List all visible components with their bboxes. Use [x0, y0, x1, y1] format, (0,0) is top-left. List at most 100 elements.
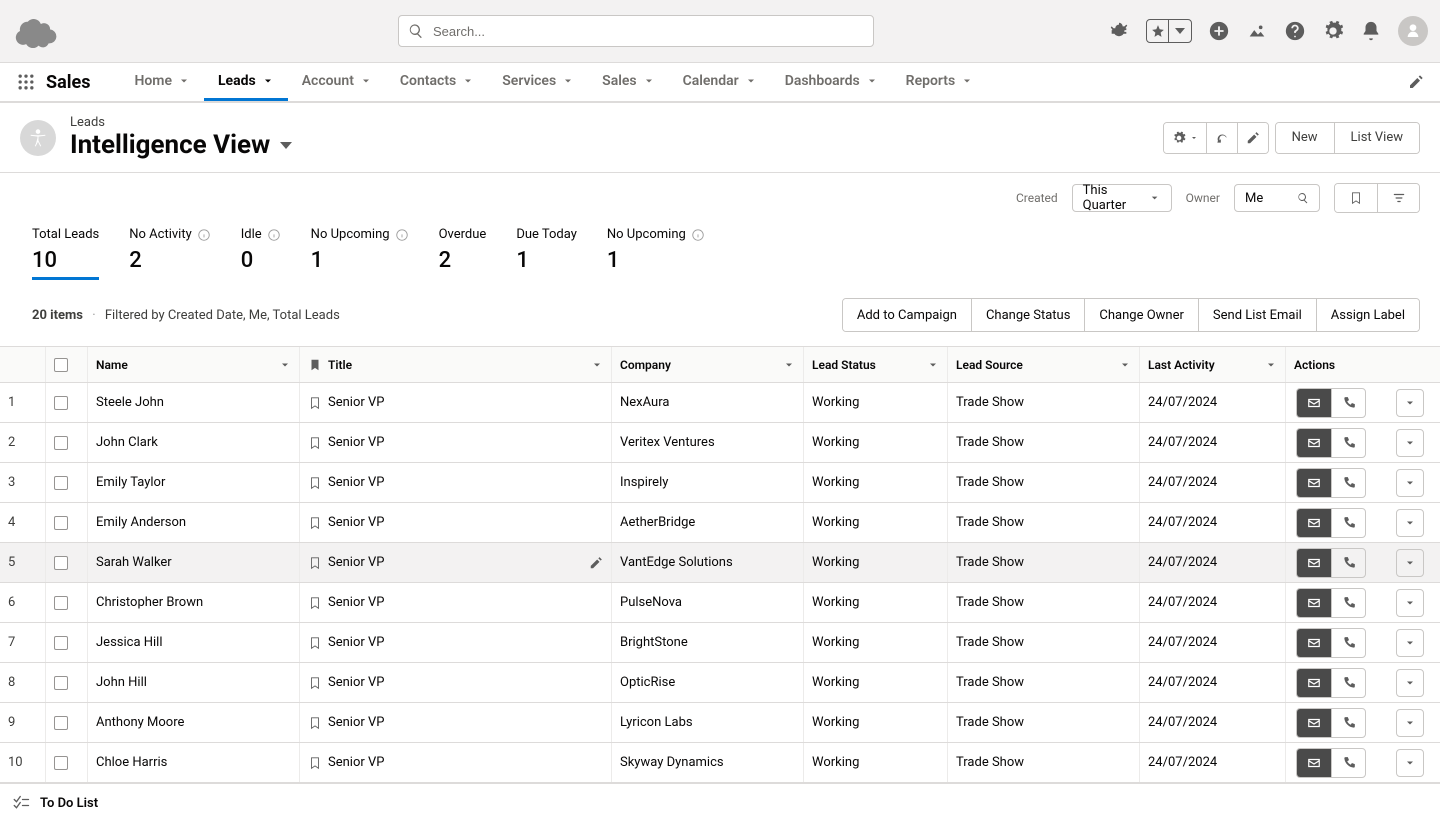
- cell-status[interactable]: Working: [804, 463, 948, 502]
- email-button[interactable]: [1297, 749, 1331, 777]
- cell-company[interactable]: OpticRise: [612, 663, 804, 702]
- cell-source[interactable]: Trade Show: [948, 743, 1140, 782]
- todo-list-button[interactable]: To Do List: [40, 796, 98, 811]
- cell-last-activity[interactable]: 24/07/2024: [1140, 383, 1286, 422]
- col-name[interactable]: Name: [88, 347, 300, 382]
- email-button[interactable]: [1297, 429, 1331, 457]
- call-button[interactable]: [1331, 749, 1365, 777]
- cell-company[interactable]: PulseNova: [612, 583, 804, 622]
- col-lead-source[interactable]: Lead Source: [948, 347, 1140, 382]
- col-title[interactable]: Title: [300, 347, 612, 382]
- add-icon[interactable]: [1208, 20, 1230, 42]
- favorite-dropdown-button[interactable]: [1169, 20, 1191, 42]
- cell-source[interactable]: Trade Show: [948, 423, 1140, 462]
- email-button[interactable]: [1297, 469, 1331, 497]
- email-button[interactable]: [1297, 389, 1331, 417]
- nav-tab-reports[interactable]: Reports: [892, 63, 988, 101]
- cell-company[interactable]: AetherBridge: [612, 503, 804, 542]
- cell-title[interactable]: Senior VP: [300, 663, 612, 702]
- app-launcher-icon[interactable]: [16, 72, 36, 92]
- row-more-button[interactable]: [1396, 629, 1424, 657]
- cell-last-activity[interactable]: 24/07/2024: [1140, 543, 1286, 582]
- notifications-icon[interactable]: [1360, 20, 1382, 42]
- cell-name[interactable]: Anthony Moore: [88, 703, 300, 742]
- cell-source[interactable]: Trade Show: [948, 623, 1140, 662]
- nav-tab-dashboards[interactable]: Dashboards: [771, 63, 892, 101]
- cell-name[interactable]: Steele John: [88, 383, 300, 422]
- nav-tab-account[interactable]: Account: [288, 63, 386, 101]
- cell-company[interactable]: BrightStone: [612, 623, 804, 662]
- cell-title[interactable]: Senior VP: [300, 463, 612, 502]
- row-select[interactable]: [46, 743, 88, 782]
- cell-status[interactable]: Working: [804, 423, 948, 462]
- action-send-list-email[interactable]: Send List Email: [1198, 299, 1316, 331]
- cell-source[interactable]: Trade Show: [948, 583, 1140, 622]
- search-input[interactable]: [398, 15, 874, 47]
- row-select[interactable]: [46, 463, 88, 502]
- row-select[interactable]: [46, 623, 88, 662]
- nav-tab-leads[interactable]: Leads: [204, 63, 288, 101]
- listview-switcher[interactable]: Intelligence View: [70, 130, 292, 160]
- cell-source[interactable]: Trade Show: [948, 463, 1140, 502]
- cell-source[interactable]: Trade Show: [948, 543, 1140, 582]
- action-change-owner[interactable]: Change Owner: [1084, 299, 1197, 331]
- created-picklist[interactable]: This Quarter: [1072, 184, 1172, 212]
- call-button[interactable]: [1331, 709, 1365, 737]
- row-more-button[interactable]: [1396, 469, 1424, 497]
- cell-name[interactable]: Christopher Brown: [88, 583, 300, 622]
- row-select[interactable]: [46, 423, 88, 462]
- row-more-button[interactable]: [1396, 549, 1424, 577]
- cell-title[interactable]: Senior VP: [300, 423, 612, 462]
- cell-name[interactable]: Sarah Walker: [88, 543, 300, 582]
- row-select[interactable]: [46, 703, 88, 742]
- call-button[interactable]: [1331, 389, 1365, 417]
- avatar[interactable]: [1398, 16, 1428, 46]
- nav-tab-contacts[interactable]: Contacts: [386, 63, 488, 101]
- stat-no-upcoming[interactable]: No Upcoming 1: [311, 223, 409, 280]
- cell-last-activity[interactable]: 24/07/2024: [1140, 583, 1286, 622]
- cell-title[interactable]: Senior VP: [300, 543, 612, 582]
- stat-idle[interactable]: Idle 0: [241, 223, 281, 280]
- cell-name[interactable]: John Clark: [88, 423, 300, 462]
- refresh-button[interactable]: [1206, 123, 1237, 153]
- salesforce-logo[interactable]: [12, 14, 62, 48]
- cell-title[interactable]: Senior VP: [300, 583, 612, 622]
- cell-company[interactable]: Skyway Dynamics: [612, 743, 804, 782]
- cell-status[interactable]: Working: [804, 503, 948, 542]
- cell-title[interactable]: Senior VP: [300, 623, 612, 662]
- call-button[interactable]: [1331, 509, 1365, 537]
- cell-status[interactable]: Working: [804, 583, 948, 622]
- trailhead-icon[interactable]: [1246, 20, 1268, 42]
- gear-icon[interactable]: [1322, 20, 1344, 42]
- call-button[interactable]: [1331, 669, 1365, 697]
- action-add-to-campaign[interactable]: Add to Campaign: [843, 299, 971, 331]
- inline-edit-button[interactable]: [1237, 123, 1268, 153]
- email-button[interactable]: [1297, 709, 1331, 737]
- filter-button[interactable]: [1377, 184, 1419, 212]
- action-assign-label[interactable]: Assign Label: [1316, 299, 1419, 331]
- email-button[interactable]: [1297, 629, 1331, 657]
- call-button[interactable]: [1331, 629, 1365, 657]
- cell-status[interactable]: Working: [804, 623, 948, 662]
- edit-nav-icon[interactable]: [1408, 74, 1424, 90]
- cell-status[interactable]: Working: [804, 663, 948, 702]
- stat-total-leads[interactable]: Total Leads 10: [32, 223, 99, 280]
- setup-bug-icon[interactable]: [1108, 20, 1130, 42]
- col-company[interactable]: Company: [612, 347, 804, 382]
- row-more-button[interactable]: [1396, 389, 1424, 417]
- nav-tab-calendar[interactable]: Calendar: [669, 63, 771, 101]
- email-button[interactable]: [1297, 669, 1331, 697]
- email-button[interactable]: [1297, 549, 1331, 577]
- col-select-all[interactable]: [46, 347, 88, 382]
- cell-company[interactable]: NexAura: [612, 383, 804, 422]
- row-more-button[interactable]: [1396, 709, 1424, 737]
- bookmark-button[interactable]: [1335, 184, 1377, 212]
- nav-tab-home[interactable]: Home: [120, 63, 204, 101]
- row-more-button[interactable]: [1396, 749, 1424, 777]
- cell-title[interactable]: Senior VP: [300, 743, 612, 782]
- row-select[interactable]: [46, 503, 88, 542]
- row-more-button[interactable]: [1396, 509, 1424, 537]
- cell-last-activity[interactable]: 24/07/2024: [1140, 503, 1286, 542]
- edit-icon[interactable]: [589, 556, 603, 570]
- favorite-star-button[interactable]: [1147, 20, 1169, 42]
